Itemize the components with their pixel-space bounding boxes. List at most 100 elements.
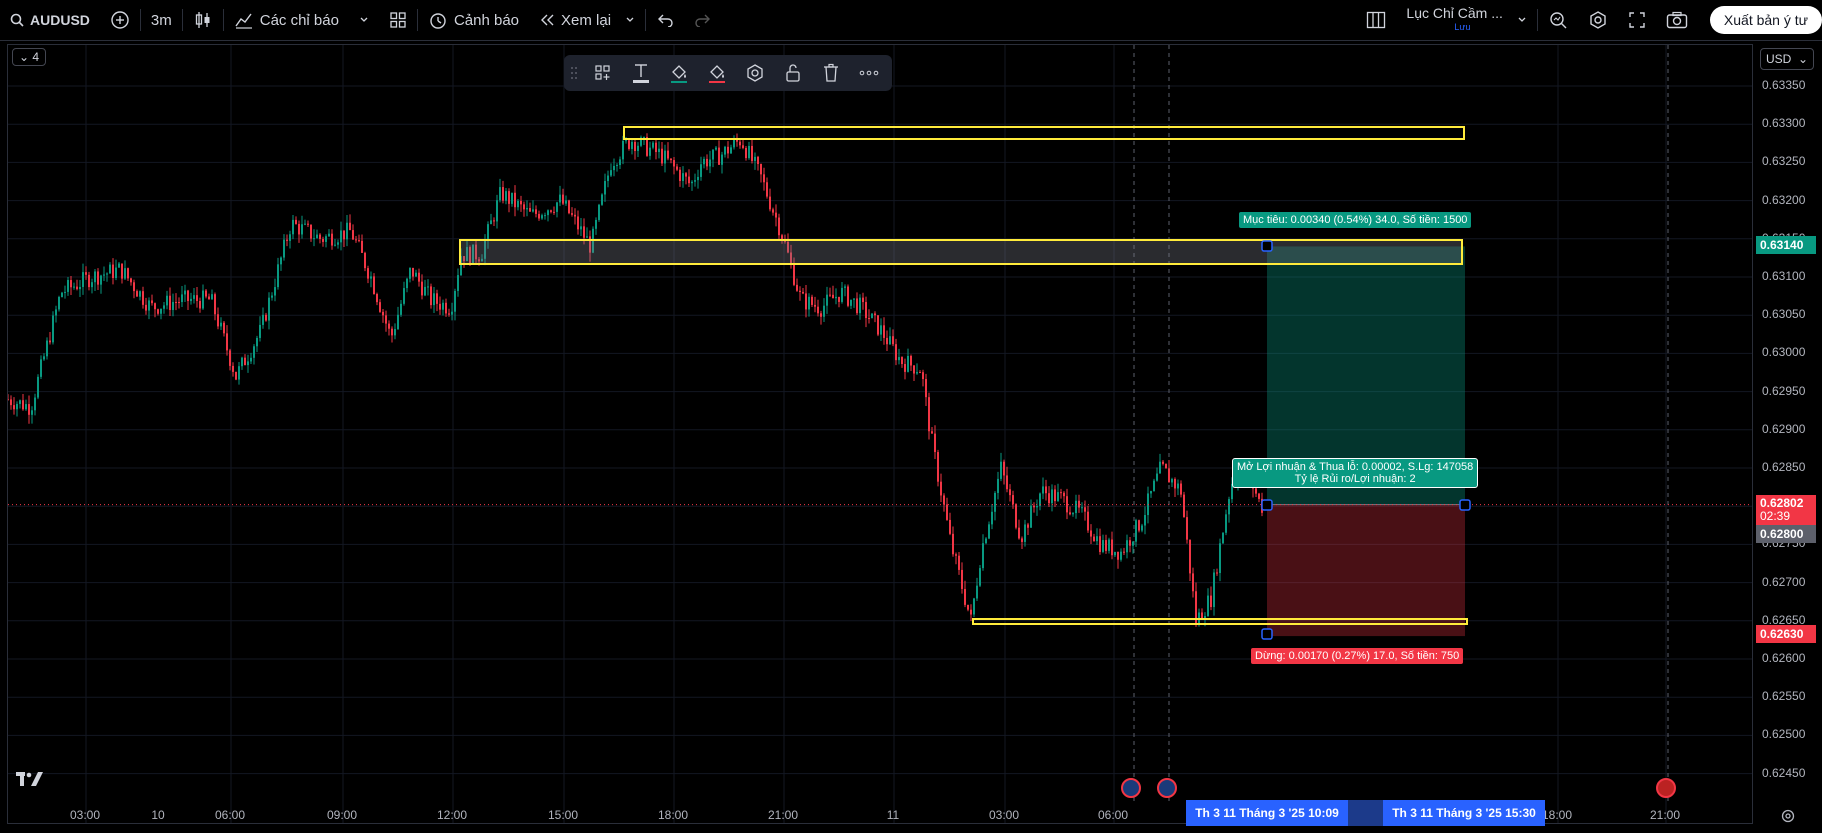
candle-body	[436, 293, 438, 304]
candle-body	[13, 405, 15, 410]
candle-body	[223, 322, 225, 334]
layout-panel-button[interactable]	[1356, 0, 1396, 40]
interval-button[interactable]: 3m	[141, 0, 182, 40]
candle-body	[244, 357, 246, 366]
candle-body	[700, 164, 702, 177]
snapshot-button[interactable]	[1656, 0, 1698, 40]
candle-body	[1066, 496, 1068, 513]
candle-body	[523, 204, 525, 210]
candle-body	[226, 333, 228, 351]
replay-button[interactable]: Xem lại	[529, 0, 645, 40]
indicators-icon	[235, 13, 252, 29]
candle-body	[760, 164, 762, 175]
trash-icon[interactable]	[812, 55, 850, 91]
candle-body	[394, 329, 396, 336]
rewind-icon	[541, 14, 554, 26]
candle-body	[1054, 489, 1056, 502]
candle-body	[643, 137, 645, 139]
candle-body	[1219, 543, 1221, 574]
drag-handle-icon[interactable]	[564, 55, 584, 91]
indicators-button[interactable]: Các chỉ báo	[224, 0, 379, 40]
candle-body	[958, 555, 960, 570]
candle-body	[802, 291, 804, 294]
candle-body	[928, 397, 930, 432]
event-flag-icon[interactable]	[1121, 778, 1141, 798]
chart-canvas[interactable]	[8, 45, 1753, 824]
currency-selector[interactable]: USD ⌄	[1760, 48, 1814, 70]
more-icon[interactable]	[850, 55, 888, 91]
candle-body	[577, 216, 579, 230]
time-tick-label: 06:00	[1097, 808, 1129, 822]
candle-body	[391, 328, 393, 336]
candle-body	[1081, 507, 1083, 509]
time-range-highlight	[1348, 800, 1383, 826]
candle-body	[505, 191, 507, 201]
templates-button[interactable]	[379, 0, 417, 40]
tradingview-logo[interactable]	[16, 770, 46, 794]
candle-body	[31, 410, 33, 415]
candle-body	[124, 268, 126, 279]
candle-body	[496, 200, 498, 222]
candle-body	[757, 156, 759, 165]
symbol-search[interactable]: AUDUSD	[0, 0, 100, 40]
candle-body	[274, 287, 276, 296]
candle-body	[193, 295, 195, 299]
candle-body	[313, 238, 315, 240]
position-handle	[1261, 499, 1273, 511]
candle-body	[106, 273, 108, 275]
candle-body	[130, 278, 132, 283]
gear-icon[interactable]	[736, 55, 774, 91]
candle-body	[295, 219, 297, 224]
candle-body	[1084, 507, 1086, 512]
candle-body	[775, 212, 777, 218]
chart-pane[interactable]	[7, 44, 1753, 824]
chevron-down-icon: ⌄	[19, 50, 30, 64]
compare-button[interactable]	[100, 0, 140, 40]
candle-body	[715, 147, 717, 150]
candle-body	[1099, 536, 1101, 552]
chevron-down-icon	[626, 17, 634, 22]
redo-button[interactable]	[684, 0, 722, 40]
fill-up-color-icon[interactable]	[660, 55, 698, 91]
candle-body	[835, 296, 837, 299]
candle-body	[880, 325, 882, 335]
candle-body	[1108, 539, 1110, 551]
candle-body	[1030, 505, 1032, 528]
chart-type-button[interactable]	[183, 0, 223, 40]
candle-body	[37, 376, 39, 398]
candle-body	[541, 215, 543, 219]
candle-body	[598, 204, 600, 220]
candle-body	[109, 264, 111, 274]
candle-body	[811, 296, 813, 305]
candle-body	[619, 159, 621, 166]
candle-body	[406, 278, 408, 289]
candle-body	[1006, 475, 1008, 490]
lock-icon[interactable]	[774, 55, 812, 91]
candle-body	[610, 170, 612, 176]
candle-body	[1222, 532, 1224, 544]
candle-body	[448, 313, 450, 315]
publish-button[interactable]: Xuất bản ý tư	[1709, 6, 1822, 34]
templates-icon[interactable]	[584, 55, 622, 91]
text-icon[interactable]	[622, 55, 660, 91]
settings-button[interactable]	[1578, 0, 1618, 40]
event-flag-icon[interactable]	[1157, 778, 1177, 798]
fullscreen-button[interactable]	[1618, 0, 1656, 40]
quick-search-button[interactable]	[1538, 0, 1578, 40]
layout-selector[interactable]: Lục Chỉ Cầm ... Lưu	[1396, 0, 1536, 40]
countdown: 02:39	[1760, 509, 1791, 523]
undo-button[interactable]	[646, 0, 684, 40]
candle-body	[562, 194, 564, 204]
event-flag-icon[interactable]	[1656, 778, 1676, 798]
candle-body	[886, 337, 888, 345]
candle-body	[499, 187, 501, 201]
candle-body	[211, 294, 213, 300]
candle-body	[373, 276, 375, 295]
candle-body	[637, 145, 639, 152]
fill-down-color-icon[interactable]	[698, 55, 736, 91]
alerts-button[interactable]: Cảnh báo	[418, 0, 529, 40]
candle-body	[1075, 500, 1077, 514]
candle-body	[307, 223, 309, 225]
axis-settings-button[interactable]	[1780, 808, 1796, 829]
pane-collapse-button[interactable]: ⌄ 4	[12, 48, 47, 66]
